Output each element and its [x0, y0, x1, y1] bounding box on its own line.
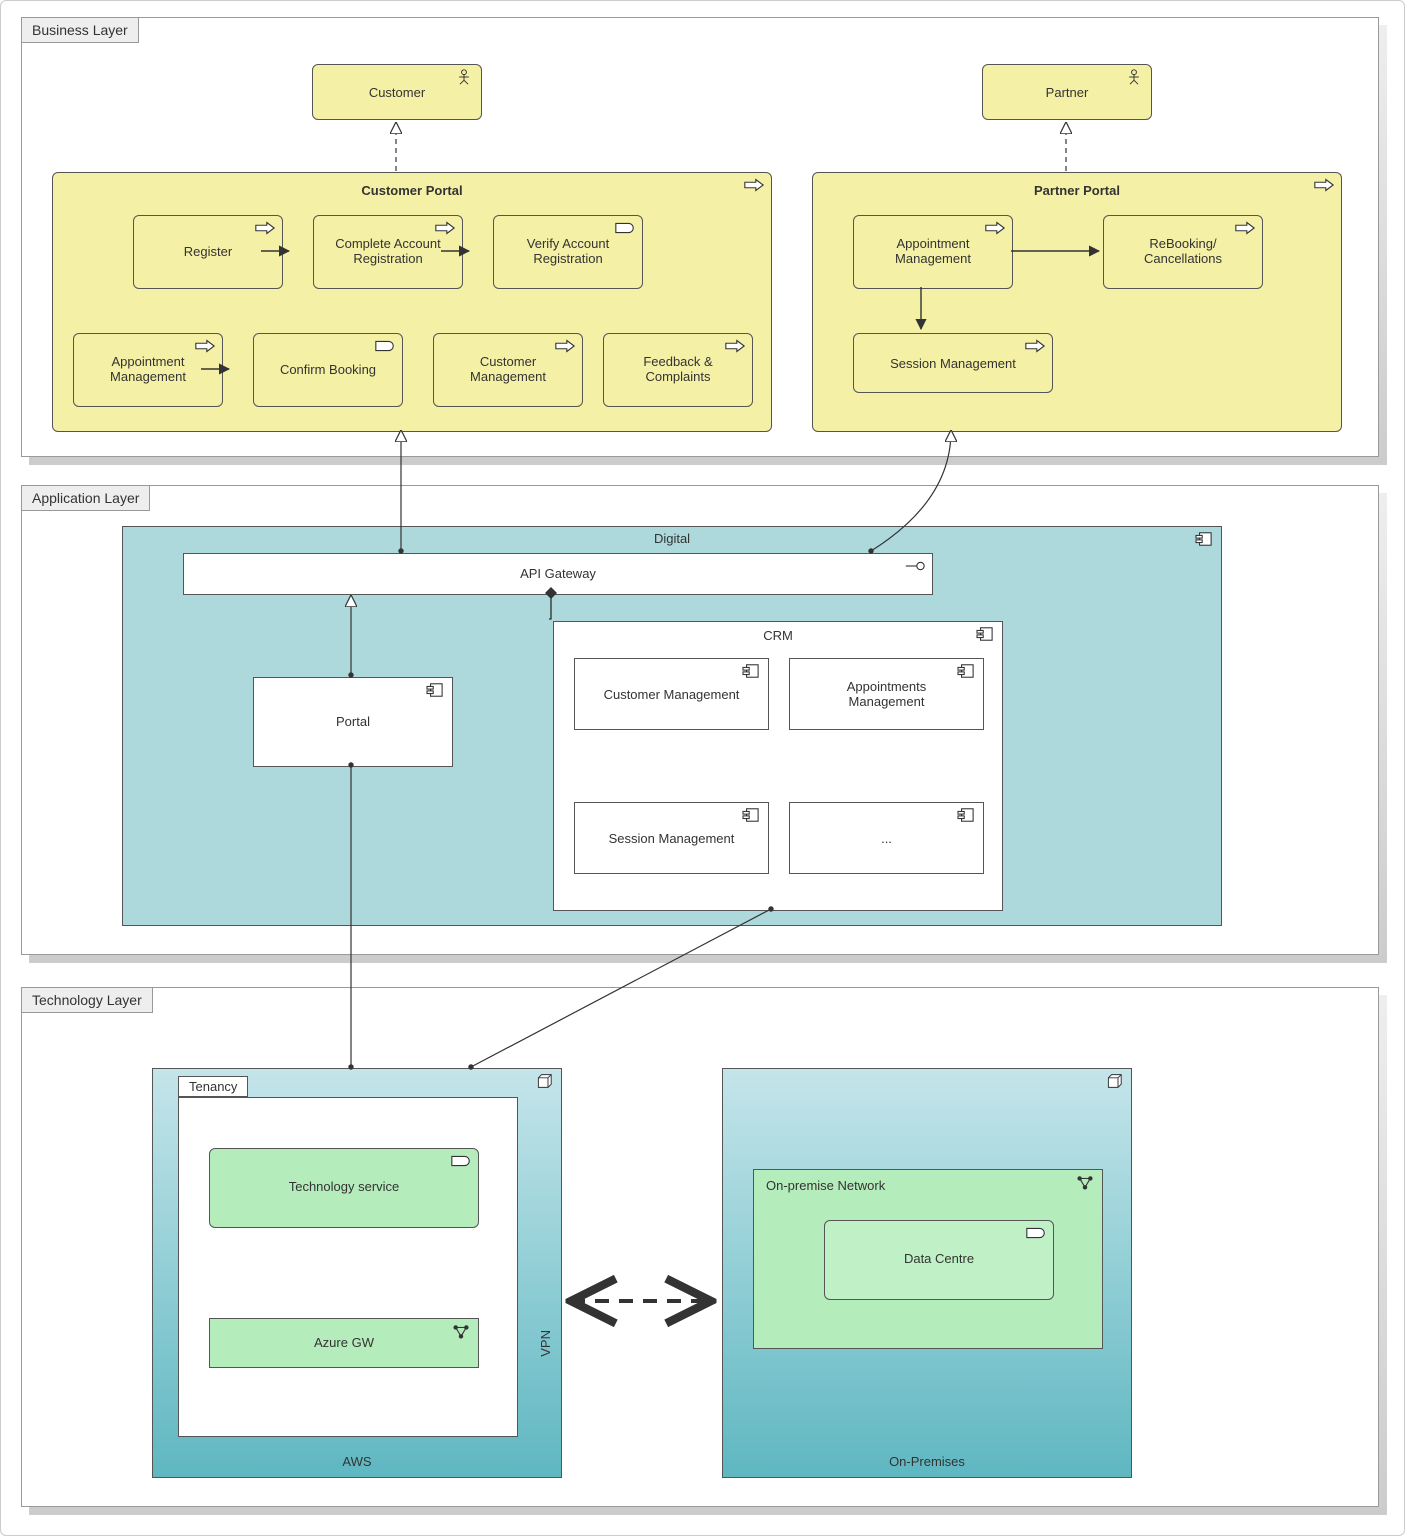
crm-appt-mgmt-label: Appointments Management: [790, 679, 983, 709]
customer-portal-title: Customer Portal: [53, 183, 771, 198]
register-process: Register: [133, 215, 283, 289]
customer-portal: Customer Portal Register Complete Accoun…: [52, 172, 772, 432]
onprem-label: On-Premises: [723, 1454, 1131, 1469]
portal-component: Portal: [253, 677, 453, 767]
onprem-node: On-Premises On-premise Network Data Cent…: [722, 1068, 1132, 1478]
process-icon: [1234, 220, 1256, 236]
feedback-label: Feedback & Complaints: [604, 354, 752, 384]
business-layer-title: Business Layer: [21, 17, 139, 43]
azure-gw-label: Azure GW: [210, 1335, 478, 1350]
partner-appt-mgmt-label: Appointment Management: [854, 236, 1012, 266]
crm-more: ...: [789, 802, 984, 874]
data-centre: Data Centre: [824, 1220, 1054, 1300]
complete-reg-label: Complete Account Registration: [314, 236, 462, 266]
actor-icon: [1123, 69, 1145, 85]
partner-actor: Partner: [982, 64, 1152, 120]
cust-appt-mgmt-process: Appointment Management: [73, 333, 223, 407]
component-icon: [424, 682, 446, 698]
data-centre-label: Data Centre: [825, 1251, 1053, 1266]
complete-reg-process: Complete Account Registration: [313, 215, 463, 289]
rebook-process: ReBooking/ Cancellations: [1103, 215, 1263, 289]
component-icon: [955, 663, 977, 679]
business-layer: Business Layer Customer Partner Customer…: [21, 17, 1379, 457]
register-label: Register: [134, 244, 282, 259]
event-icon: [374, 338, 396, 354]
tenancy-container: Tenancy Technology service Azure GW: [178, 1097, 518, 1437]
process-icon: [434, 220, 456, 236]
confirm-booking-event: Confirm Booking: [253, 333, 403, 407]
crm-more-label: ...: [790, 831, 983, 846]
component-icon: [740, 807, 762, 823]
crm-cust-mgmt-label: Customer Management: [575, 687, 768, 702]
digital-component: Digital API Gateway Portal CRM Customer …: [122, 526, 1222, 926]
api-gateway-interface: API Gateway: [183, 553, 933, 595]
cust-appt-mgmt-label: Appointment Management: [74, 354, 222, 384]
process-icon: [254, 220, 276, 236]
crm-label: CRM: [554, 628, 1002, 643]
digital-label: Digital: [123, 531, 1221, 546]
session-mgmt-label: Session Management: [854, 356, 1052, 371]
feedback-process: Feedback & Complaints: [603, 333, 753, 407]
crm-cust-mgmt: Customer Management: [574, 658, 769, 730]
rebook-label: ReBooking/ Cancellations: [1104, 236, 1262, 266]
node-icon: [533, 1073, 555, 1089]
application-layer-title: Application Layer: [21, 485, 150, 511]
component-icon: [740, 663, 762, 679]
tech-service-label: Technology service: [210, 1179, 478, 1194]
process-icon: [554, 338, 576, 354]
technology-layer-title: Technology Layer: [21, 987, 153, 1013]
verify-reg-event: Verify Account Registration: [493, 215, 643, 289]
crm-component: CRM Customer Management Appointments Man…: [553, 621, 1003, 911]
crm-session-mgmt-label: Session Management: [575, 831, 768, 846]
customer-actor-label: Customer: [313, 85, 481, 100]
event-icon: [614, 220, 636, 236]
crm-session-mgmt: Session Management: [574, 802, 769, 874]
portal-label: Portal: [254, 714, 452, 729]
process-icon: [194, 338, 216, 354]
api-gateway-label: API Gateway: [184, 566, 932, 581]
application-layer: Application Layer Digital API Gateway Po…: [21, 485, 1379, 955]
customer-actor: Customer: [312, 64, 482, 120]
tech-service: Technology service: [209, 1148, 479, 1228]
confirm-booking-label: Confirm Booking: [254, 362, 402, 377]
partner-appt-mgmt-process: Appointment Management: [853, 215, 1013, 289]
partner-portal: Partner Portal Appointment Management Re…: [812, 172, 1342, 432]
vpn-label: VPN: [538, 1330, 553, 1357]
cust-mgmt-process: Customer Management: [433, 333, 583, 407]
partner-portal-title: Partner Portal: [813, 183, 1341, 198]
tenancy-tab: Tenancy: [178, 1076, 248, 1097]
verify-reg-label: Verify Account Registration: [494, 236, 642, 266]
session-mgmt-process: Session Management: [853, 333, 1053, 393]
node-icon: [1103, 1073, 1125, 1089]
cust-mgmt-label: Customer Management: [434, 354, 582, 384]
crm-appt-mgmt: Appointments Management: [789, 658, 984, 730]
service-icon: [450, 1153, 472, 1169]
actor-icon: [453, 69, 475, 85]
process-icon: [1024, 338, 1046, 354]
service-icon: [1025, 1225, 1047, 1241]
technology-layer: Technology Layer AWS VPN Tenancy Technol…: [21, 987, 1379, 1507]
component-icon: [955, 807, 977, 823]
aws-node: AWS VPN Tenancy Technology service Azure…: [152, 1068, 562, 1478]
onprem-network: On-premise Network Data Centre: [753, 1169, 1103, 1349]
partner-actor-label: Partner: [983, 85, 1151, 100]
tenancy-label: Tenancy: [189, 1079, 237, 1094]
process-icon: [724, 338, 746, 354]
network-icon: [1074, 1174, 1096, 1190]
azure-gw: Azure GW: [209, 1318, 479, 1368]
process-icon: [984, 220, 1006, 236]
onprem-network-label: On-premise Network: [766, 1178, 885, 1193]
aws-label: AWS: [153, 1454, 561, 1469]
